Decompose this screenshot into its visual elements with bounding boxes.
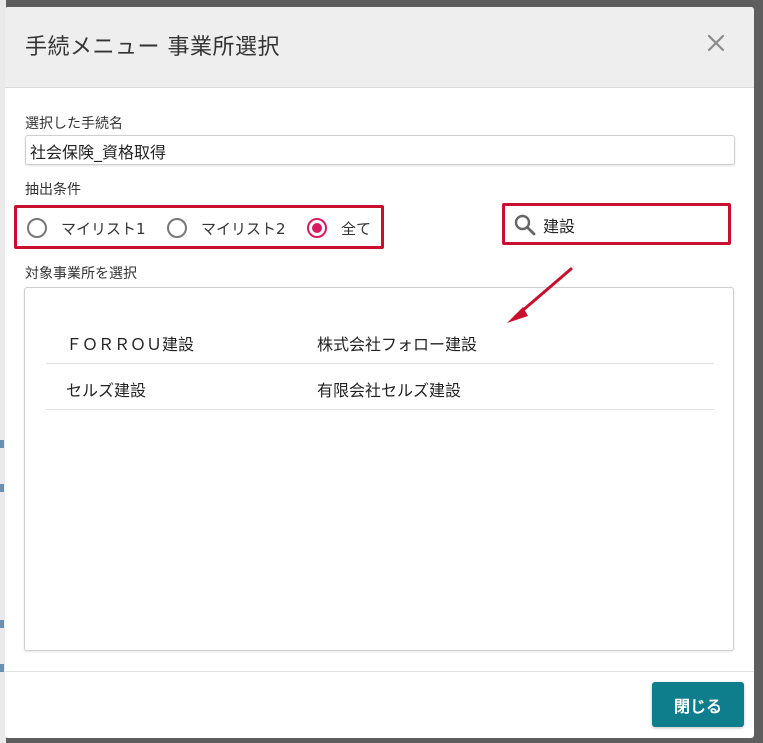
office-row[interactable]: ＦＯＲＲＯＵ建設 株式会社フォロー建設 (46, 318, 714, 364)
office-row[interactable]: セルズ建設 有限会社セルズ建設 (46, 364, 714, 410)
office-list: ＦＯＲＲＯＵ建設 株式会社フォロー建設 セルズ建設 有限会社セルズ建設 (24, 287, 734, 651)
search-box (502, 203, 731, 245)
background-link-mark (0, 664, 4, 672)
radio-circle-selected (307, 218, 327, 238)
background-link-mark (0, 620, 4, 628)
radio-mylist-2[interactable]: マイリスト2 (167, 214, 286, 242)
footer-divider (5, 671, 754, 672)
filter-label: 抽出条件 (25, 182, 81, 198)
dialog-title: 手続メニュー 事業所選択 (25, 35, 280, 60)
office-short-name: セルズ建設 (66, 381, 147, 400)
radio-circle (167, 218, 187, 238)
background-link-mark (0, 440, 4, 448)
office-select-dialog: 手続メニュー 事業所選択 選択した手続名 社会保険_資格取得 抽出条件 マイリス… (5, 7, 754, 738)
radio-all[interactable]: 全て (307, 214, 371, 242)
radio-label: マイリスト2 (201, 219, 286, 238)
close-icon[interactable] (704, 31, 728, 55)
office-full-name: 有限会社セルズ建設 (317, 381, 462, 400)
radio-mylist-1[interactable]: マイリスト1 (27, 214, 146, 242)
selected-procedure-label: 選択した手続名 (25, 116, 123, 132)
filter-radio-group: マイリスト1 マイリスト2 全て (14, 205, 384, 249)
search-icon (514, 214, 536, 236)
annotation-arrow-icon (507, 267, 573, 323)
office-list-label: 対象事業所を選択 (25, 266, 137, 282)
radio-label: マイリスト1 (61, 219, 146, 238)
office-full-name: 株式会社フォロー建設 (317, 335, 478, 354)
office-short-name: ＦＯＲＲＯＵ建設 (66, 335, 195, 354)
background-link-mark (0, 484, 4, 492)
dialog-header: 手続メニュー 事業所選択 (5, 7, 754, 88)
selected-procedure-field: 社会保険_資格取得 (25, 135, 735, 165)
search-input[interactable] (543, 212, 723, 238)
radio-label: 全て (341, 219, 372, 238)
radio-circle (27, 218, 47, 238)
close-button[interactable]: 閉じる (652, 682, 744, 727)
